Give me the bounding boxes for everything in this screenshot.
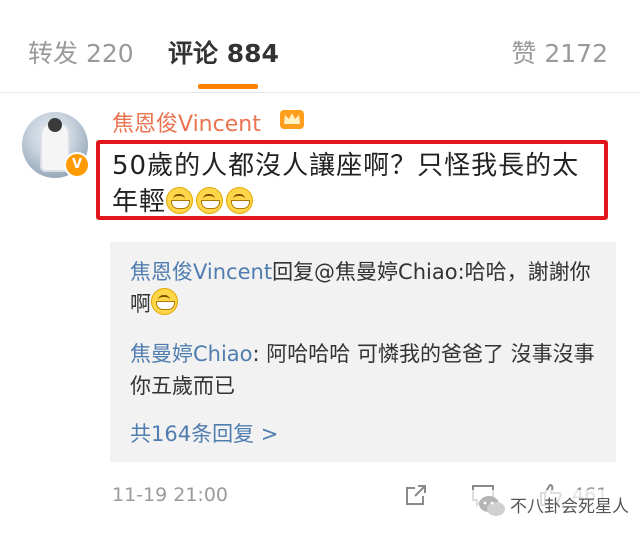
share-icon[interactable] xyxy=(403,482,429,508)
watermark-text: 不八卦会死星人 xyxy=(510,497,629,517)
comment-username[interactable]: 焦恩俊Vincent xyxy=(112,106,261,138)
wechat-logo-icon xyxy=(479,496,505,516)
avatar-head xyxy=(48,118,62,132)
grin-emoji-3 xyxy=(226,187,254,214)
tab-repost[interactable]: 转发 220 xyxy=(28,34,134,70)
reply-username[interactable]: 焦曼婷Chiao xyxy=(130,342,253,366)
reply-item[interactable]: 焦曼婷Chiao: 阿哈哈哈 可憐我的爸爸了 沒事沒事 你五歲而已 xyxy=(130,338,600,402)
comment-text: 50歲的人都沒人讓座啊？只怪我長的太年輕 xyxy=(112,148,602,220)
tab-bar: 转发 220 评论 884 赞 2172 xyxy=(0,0,640,93)
grin-emoji xyxy=(151,288,178,315)
replies-panel: 焦恩俊Vincent回复@焦曼婷Chiao:哈哈，謝謝你啊 焦曼婷Chiao: … xyxy=(110,242,616,462)
reply-username[interactable]: 焦恩俊Vincent xyxy=(130,260,272,284)
reply-item[interactable]: 焦恩俊Vincent回复@焦曼婷Chiao:哈哈，謝謝你啊 xyxy=(130,256,600,320)
more-replies-link[interactable]: 共164条回复 > xyxy=(130,418,278,448)
active-tab-indicator xyxy=(198,84,258,89)
crown-badge-icon xyxy=(280,110,304,129)
comment-item: V 焦恩俊Vincent 50歲的人都沒人讓座啊？只怪我長的太年輕 焦恩俊Vin… xyxy=(0,92,640,535)
tab-likes[interactable]: 赞 2172 xyxy=(511,34,608,70)
verified-badge-icon: V xyxy=(64,152,90,178)
grin-emoji-1 xyxy=(166,187,194,214)
tab-comments[interactable]: 评论 884 xyxy=(168,34,279,70)
grin-emoji-2 xyxy=(196,187,224,214)
comment-timestamp: 11-19 21:00 xyxy=(112,484,229,506)
